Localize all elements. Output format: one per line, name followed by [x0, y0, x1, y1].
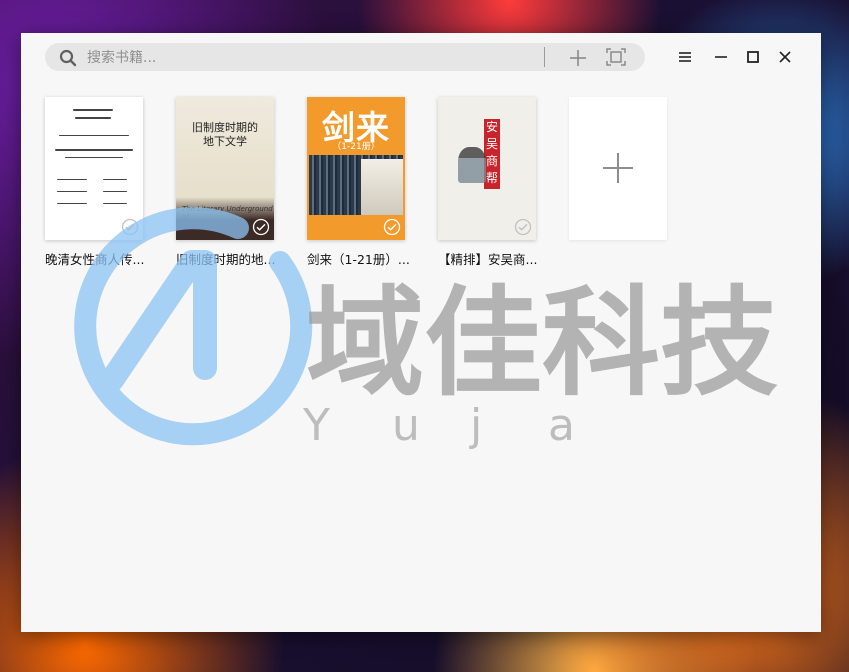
- book-cover[interactable]: 剑来 （1-21册）: [307, 97, 405, 240]
- scan-button[interactable]: [605, 46, 627, 68]
- add-book-tile[interactable]: [569, 97, 667, 240]
- search-input[interactable]: [85, 46, 539, 70]
- add-book-button[interactable]: [567, 47, 589, 69]
- plus-icon: [603, 153, 633, 183]
- book-title: 晚清女性商人传...: [45, 252, 145, 267]
- cover-figure: [458, 147, 486, 183]
- close-icon[interactable]: [775, 47, 795, 67]
- cover-title-line: 旧制度时期的: [192, 121, 258, 134]
- maximize-icon[interactable]: [743, 47, 763, 67]
- check-icon[interactable]: [121, 218, 139, 236]
- cover-title-vertical: 安 吴 商 帮: [484, 119, 500, 189]
- book-item[interactable]: 旧制度时期的 地下文学 The Literary Underground of …: [176, 97, 276, 268]
- book-item[interactable]: 安 吴 商 帮 【精排】安吴商...: [438, 97, 538, 268]
- book-title: 【精排】安吴商...: [438, 252, 538, 267]
- search-divider: [544, 47, 545, 67]
- cover-title-line: 地下文学: [203, 135, 247, 148]
- book-item[interactable]: 剑来 （1-21册） 剑来（1-21册）...: [307, 97, 410, 268]
- minimize-icon[interactable]: [711, 47, 731, 67]
- cover-painting: [361, 159, 403, 215]
- book-title: 剑来（1-21册）...: [307, 252, 410, 267]
- book-item[interactable]: 晚清女性商人传...: [45, 97, 145, 268]
- check-icon[interactable]: [252, 218, 270, 236]
- check-icon[interactable]: [514, 218, 532, 236]
- search-icon: [59, 49, 77, 67]
- app-window: 晚清女性商人传... 旧制度时期的 地下文学 The Literary Unde…: [21, 33, 821, 632]
- cover-volume: （1-21册）: [332, 142, 380, 152]
- check-icon[interactable]: [383, 218, 401, 236]
- search-bar[interactable]: [45, 43, 645, 71]
- book-cover[interactable]: 安 吴 商 帮: [438, 97, 536, 240]
- book-cover[interactable]: [45, 97, 143, 240]
- book-title: 旧制度时期的地...: [176, 252, 276, 267]
- menu-icon[interactable]: [675, 47, 695, 67]
- book-cover[interactable]: 旧制度时期的 地下文学 The Literary Underground of …: [176, 97, 274, 240]
